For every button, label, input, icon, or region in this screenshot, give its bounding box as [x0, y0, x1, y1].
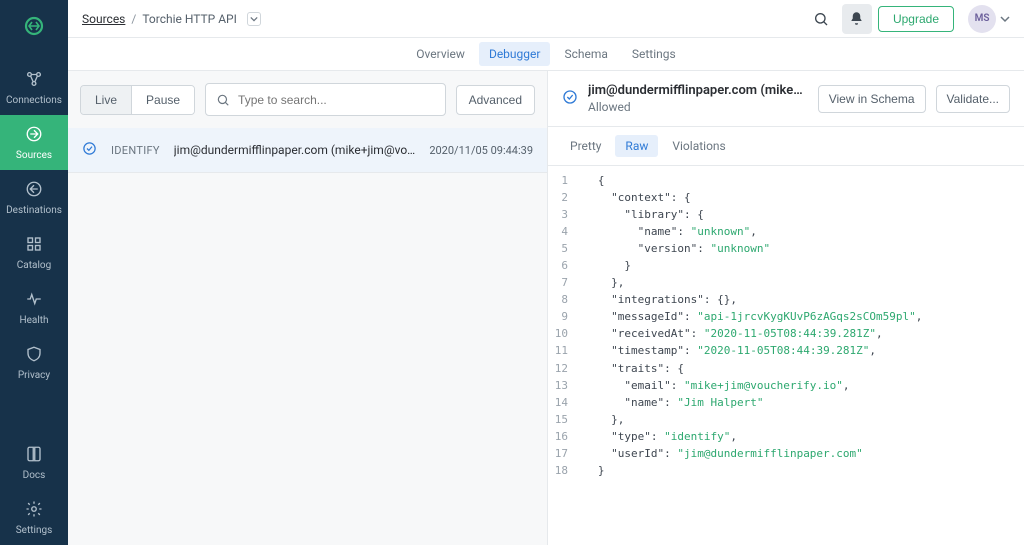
settings-icon: [25, 500, 43, 521]
nav-label: Docs: [23, 470, 46, 481]
breadcrumb-sep: /: [131, 12, 136, 26]
subtab-violations[interactable]: Violations: [662, 135, 735, 157]
notifications-button[interactable]: [842, 4, 872, 34]
event-time: 2020/11/05 09:44:39: [429, 144, 533, 157]
chevron-down-icon: [250, 15, 258, 23]
search-button[interactable]: [806, 4, 836, 34]
nav-label: Privacy: [18, 370, 50, 381]
detail-panel: jim@dundermifflinpaper.com (mike+jim@vou…: [548, 71, 1024, 545]
subtab-raw[interactable]: Raw: [615, 135, 658, 157]
nav-label: Connections: [6, 95, 62, 106]
logo: [22, 14, 46, 38]
filter-bar: Live Pause Advanced: [68, 71, 547, 128]
bell-icon: [849, 11, 864, 26]
privacy-icon: [25, 345, 43, 366]
health-icon: [25, 290, 43, 311]
tab-overview[interactable]: Overview: [406, 42, 475, 66]
event-row[interactable]: IDENTIFY jim@dundermifflinpaper.com (mik…: [68, 128, 547, 173]
live-pause-toggle: Live Pause: [80, 85, 195, 115]
events-panel: Live Pause Advanced IDENTIFY jim@dunderm…: [68, 71, 548, 545]
avatar: MS: [968, 5, 996, 33]
topbar: Sources / Torchie HTTP API Upgrade MS: [68, 0, 1024, 38]
destinations-icon: [25, 180, 43, 201]
upgrade-button[interactable]: Upgrade: [878, 6, 954, 32]
breadcrumb-current: Torchie HTTP API: [142, 12, 237, 26]
nav-label: Settings: [16, 525, 53, 536]
nav-destinations[interactable]: Destinations: [0, 170, 68, 225]
nav-label: Health: [19, 315, 48, 326]
tab-schema[interactable]: Schema: [554, 42, 617, 66]
detail-status: Allowed: [588, 100, 808, 114]
breadcrumb-root[interactable]: Sources: [82, 12, 125, 26]
validate-button[interactable]: Validate...: [936, 85, 1010, 113]
nav-label: Catalog: [17, 260, 51, 271]
nav-docs[interactable]: Docs: [0, 435, 68, 490]
search-input[interactable]: [238, 93, 435, 107]
nav-catalog[interactable]: Catalog: [0, 225, 68, 280]
chevron-down-icon: [1000, 14, 1010, 24]
account-menu[interactable]: MS: [968, 5, 1010, 33]
connections-icon: [25, 70, 43, 91]
nav-label: Destinations: [6, 205, 62, 216]
docs-icon: [25, 445, 43, 466]
check-circle-icon: [562, 89, 578, 109]
check-circle-icon: [82, 141, 97, 159]
event-description: jim@dundermifflinpaper.com (mike+jim@vou…: [174, 143, 416, 157]
subtab-pretty[interactable]: Pretty: [560, 135, 611, 157]
detail-header: jim@dundermifflinpaper.com (mike+jim@vou…: [548, 71, 1024, 127]
payload-tabs: PrettyRawViolations: [548, 127, 1024, 166]
search-icon: [813, 11, 829, 27]
nav-connections[interactable]: Connections: [0, 60, 68, 115]
nav-label: Sources: [16, 150, 52, 161]
nav-health[interactable]: Health: [0, 280, 68, 335]
search-wrap: [205, 83, 446, 116]
live-button[interactable]: Live: [81, 86, 132, 114]
nav-privacy[interactable]: Privacy: [0, 335, 68, 390]
detail-title: jim@dundermifflinpaper.com (mike+jim@vou…: [588, 83, 808, 98]
tab-debugger[interactable]: Debugger: [479, 42, 551, 66]
advanced-button[interactable]: Advanced: [456, 85, 535, 115]
payload-code: 1 {2 "context": {3 "library": {4 "name":…: [548, 166, 1024, 545]
tabs: OverviewDebuggerSchemaSettings: [68, 38, 1024, 71]
tab-settings[interactable]: Settings: [622, 42, 686, 66]
view-schema-button[interactable]: View in Schema: [818, 85, 926, 113]
nav-settings[interactable]: Settings: [0, 490, 68, 545]
sidebar: Connections Sources Destinations Catalog Hea…: [0, 0, 68, 545]
nav-sources[interactable]: Sources: [0, 115, 68, 170]
event-type: IDENTIFY: [111, 144, 160, 157]
sources-icon: [25, 125, 43, 146]
breadcrumb-dropdown[interactable]: [247, 12, 261, 26]
search-icon: [216, 93, 230, 107]
pause-button[interactable]: Pause: [132, 86, 194, 114]
catalog-icon: [25, 235, 43, 256]
